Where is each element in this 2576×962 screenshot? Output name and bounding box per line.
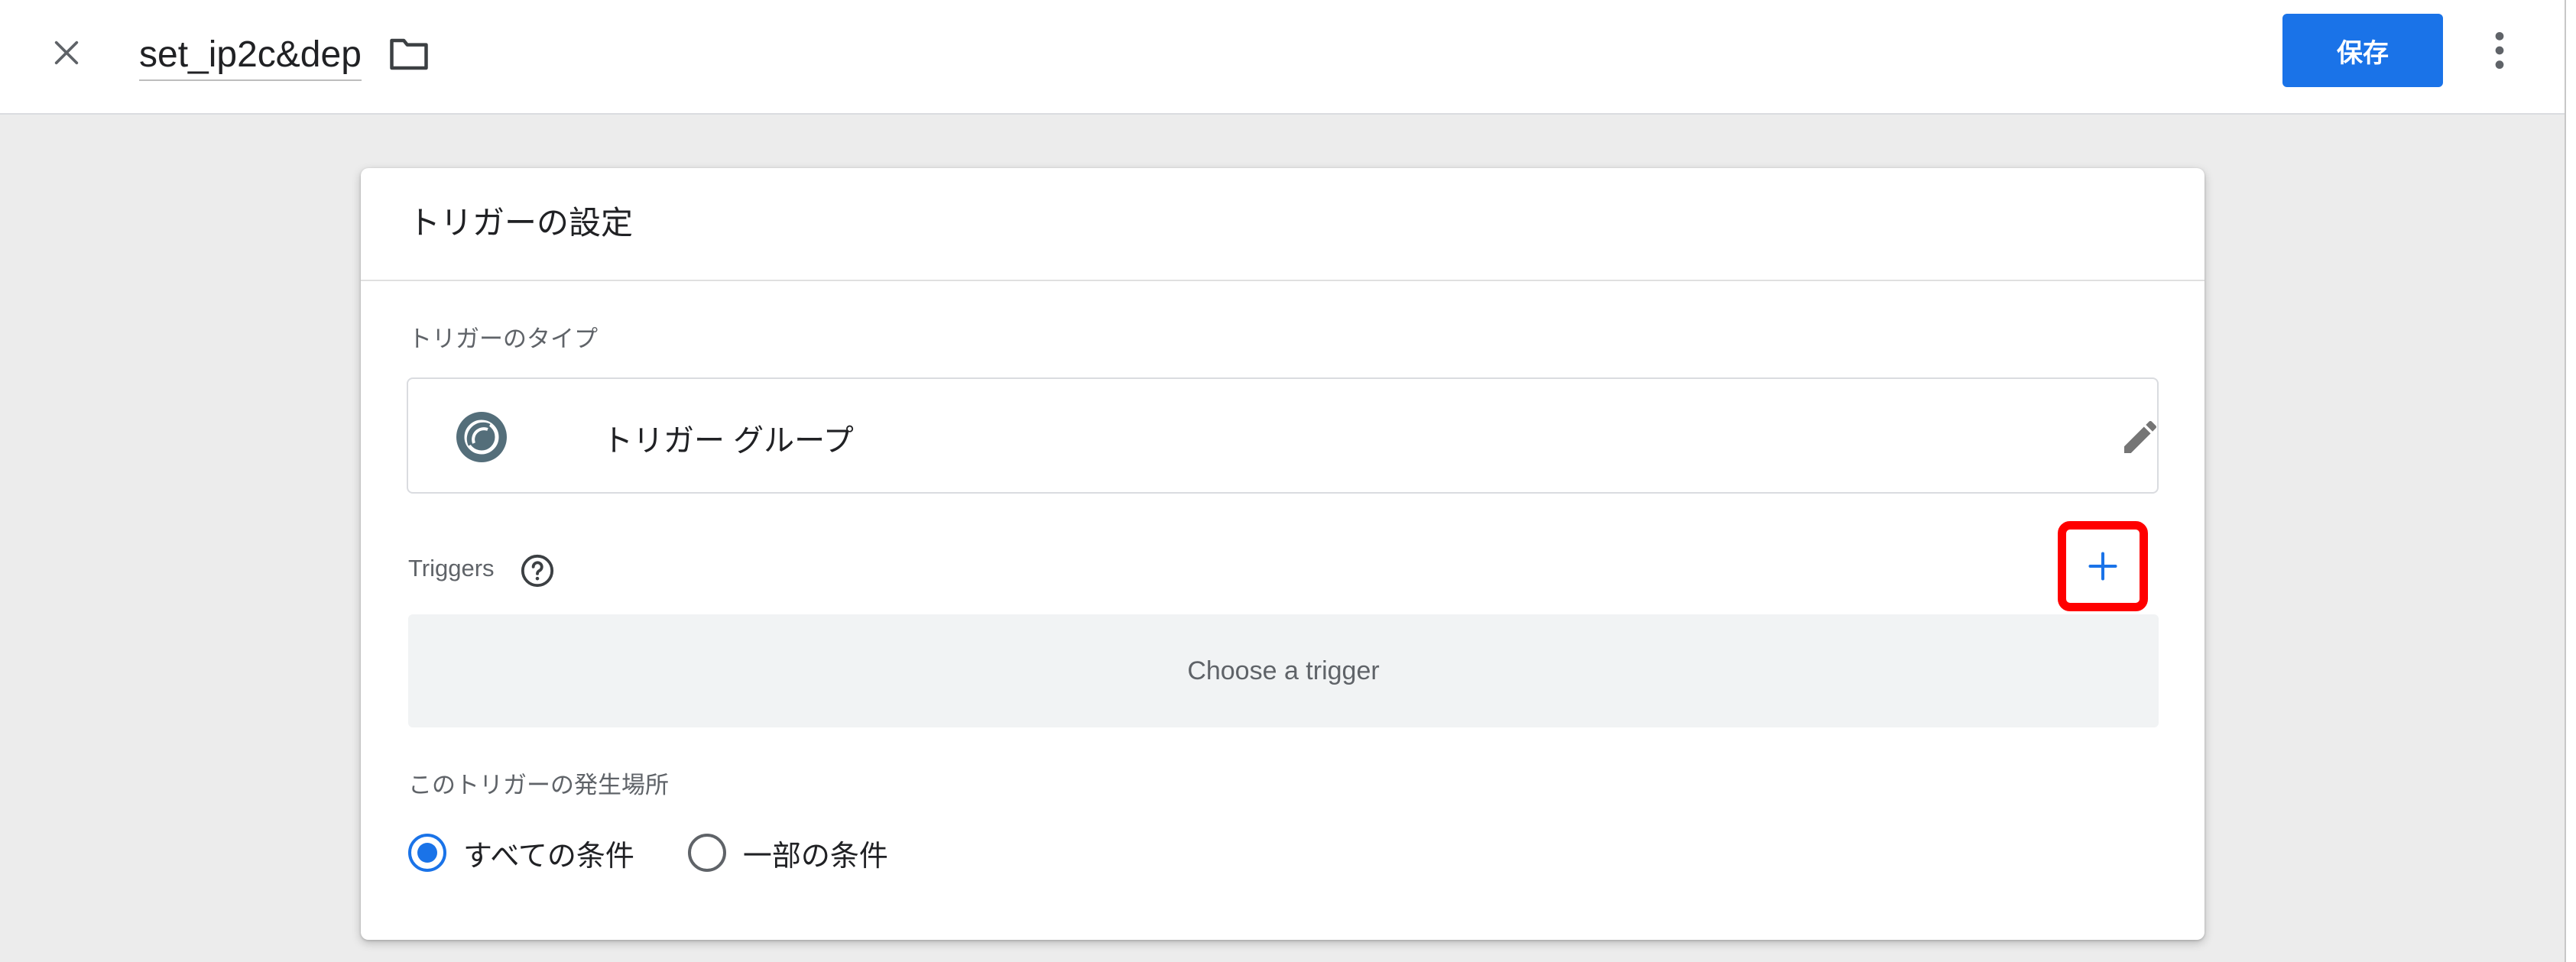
more-options-button[interactable] [2477, 21, 2522, 79]
folder-button[interactable] [384, 30, 433, 79]
title-area: set_ip2c&dep [139, 21, 433, 87]
radio-label-all: すべての条件 [463, 840, 634, 873]
trigger-config-card: トリガーの設定 トリガーのタイプ トリガー グループ Triggers Choo… [361, 168, 2205, 940]
edit-pencil-icon[interactable] [2119, 416, 2162, 458]
triggers-label: Triggers [408, 555, 495, 581]
card-header: トリガーの設定 [361, 168, 2205, 281]
more-vert-icon [2495, 31, 2504, 70]
folder-icon [390, 38, 428, 70]
radio-checked[interactable] [408, 834, 446, 872]
add-trigger-button[interactable] [2058, 521, 2148, 611]
radio-unchecked[interactable] [687, 834, 726, 872]
close-button[interactable] [40, 26, 93, 79]
fire-on-label: このトリガーの発生場所 [408, 772, 669, 798]
radio-option-some[interactable]: 一部の条件 [687, 832, 888, 874]
window-edge [2565, 0, 2576, 962]
trigger-group-icon [456, 412, 507, 462]
trigger-type-label: トリガーのタイプ [408, 326, 598, 352]
top-bar: set_ip2c&dep 保存 [0, 0, 2565, 115]
page-title[interactable]: set_ip2c&dep [139, 34, 362, 82]
card-title: トリガーの設定 [408, 205, 634, 241]
radio-label-some: 一部の条件 [742, 840, 888, 873]
app-window: set_ip2c&dep 保存 トリガーの設定 トリガーのタイプ トリガー グル… [0, 0, 2576, 962]
save-button[interactable]: 保存 [2282, 14, 2443, 87]
trigger-type-selector[interactable]: トリガー グループ [407, 377, 2159, 494]
help-icon[interactable] [520, 553, 555, 588]
fire-on-radio-group: すべての条件 一部の条件 [408, 825, 942, 880]
trigger-type-name: トリガー グループ [602, 424, 854, 458]
choose-trigger-field[interactable]: Choose a trigger [408, 614, 2159, 727]
radio-option-all[interactable]: すべての条件 [408, 832, 634, 874]
plus-icon [2088, 552, 2117, 581]
close-icon [54, 40, 79, 65]
